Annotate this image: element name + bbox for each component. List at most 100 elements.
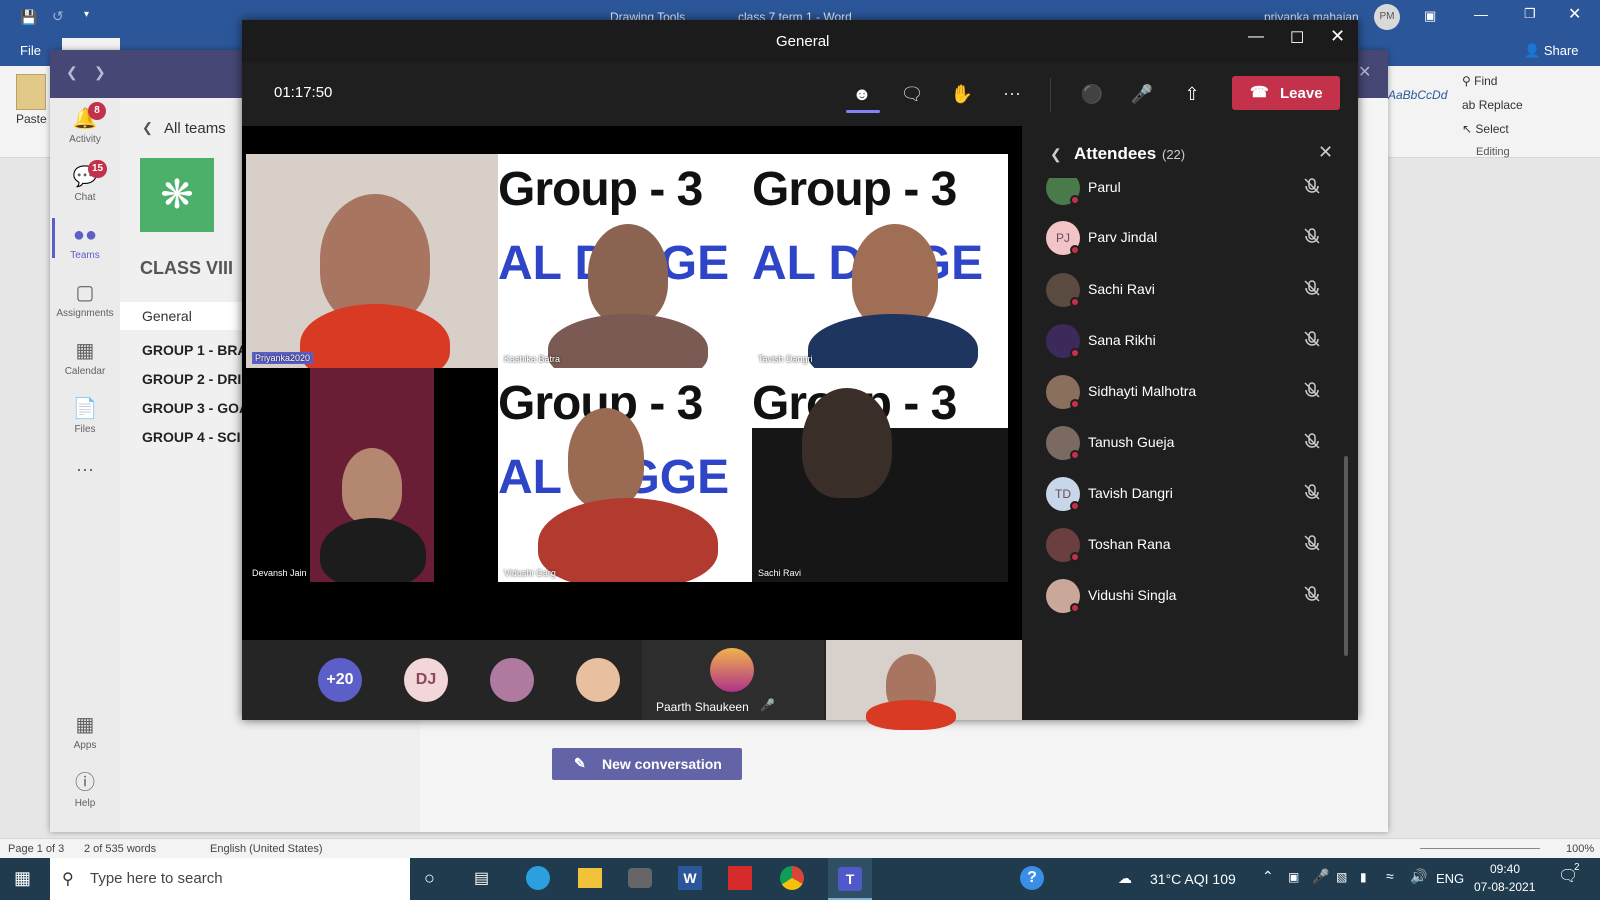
avatar[interactable]	[576, 658, 620, 702]
weather-status[interactable]: 31°C AQI 109	[1150, 871, 1236, 887]
meeting-close-icon[interactable]: ✕	[1330, 26, 1345, 47]
chevron-left-icon[interactable]: ❮	[142, 120, 153, 136]
clock-time[interactable]: 09:40	[1490, 862, 1520, 876]
rail-apps[interactable]: ▦ Apps	[50, 714, 120, 751]
active-speaker-tile[interactable]: Paarth Shaukeen 🎤	[642, 640, 824, 720]
rail-teams[interactable]: ●● Teams	[50, 218, 120, 261]
help-icon[interactable]: ?	[1020, 866, 1044, 890]
teams-taskbar-button[interactable]: T	[828, 858, 872, 900]
teams-close-icon[interactable]: ✕	[1358, 62, 1371, 82]
language-status[interactable]: English (United States)	[210, 843, 323, 855]
quick-access-dropdown-icon[interactable]: ▾	[84, 9, 89, 20]
acrobat-icon[interactable]	[728, 866, 752, 890]
attendee-row[interactable]: Sana Rikhi	[1046, 321, 1326, 365]
word-count[interactable]: 2 of 535 words	[84, 843, 156, 855]
zoom-slider[interactable]	[1420, 848, 1540, 849]
word-minimize-icon[interactable]: —	[1474, 6, 1488, 22]
camera-icon[interactable]	[628, 868, 652, 888]
paste-icon[interactable]	[16, 74, 46, 110]
rail-help[interactable]: ⓘ Help	[50, 772, 120, 809]
more-actions-icon[interactable]: ⋯	[998, 80, 1026, 108]
more-apps-button[interactable]: ⋯	[50, 460, 120, 481]
more-participants-button[interactable]: +20	[318, 658, 362, 702]
meet-now-icon[interactable]: ▣	[1288, 870, 1299, 884]
attendee-row[interactable]: Toshan Rana	[1046, 525, 1326, 569]
attendee-row[interactable]: Sidhayti Malhotra	[1046, 372, 1326, 416]
video-tile[interactable]: Group - 3 AL DIGGE Sachi Ravi	[752, 368, 1008, 582]
chrome-icon[interactable]	[780, 866, 804, 890]
rail-files[interactable]: 📄 Files	[50, 398, 120, 435]
ribbon-display-icon[interactable]: ▣	[1424, 8, 1436, 24]
video-tile[interactable]: Group - 3 AL DIGGE Kashika Batra	[498, 154, 752, 368]
avatar-dj[interactable]: DJ	[404, 658, 448, 702]
wifi-icon[interactable]: ≈	[1386, 868, 1394, 884]
share-button[interactable]: 👤 Share	[1524, 43, 1579, 59]
forward-arrow-icon[interactable]: ❯	[94, 64, 106, 81]
microphone-tray-icon[interactable]: 🎤	[1312, 868, 1329, 885]
clock-date[interactable]: 07-08-2021	[1474, 880, 1535, 894]
camera-toggle-icon[interactable]: ⚫	[1078, 80, 1106, 108]
rail-chat[interactable]: 💬 15 Chat	[50, 160, 120, 203]
file-tab[interactable]: File	[20, 43, 41, 58]
tray-chevron-icon[interactable]: ⌃	[1262, 868, 1274, 885]
avatar[interactable]	[490, 658, 534, 702]
find-button[interactable]: ⚲ Find	[1462, 74, 1497, 88]
word-close-icon[interactable]: ✕	[1568, 4, 1581, 24]
attendees-close-icon[interactable]: ✕	[1318, 142, 1333, 163]
channel-group-2[interactable]: GROUP 2 - DRI	[142, 371, 241, 387]
raise-hand-icon[interactable]: ✋	[948, 80, 976, 108]
user-avatar[interactable]: PM	[1374, 4, 1400, 30]
zoom-level[interactable]: 100%	[1566, 843, 1594, 855]
rail-calendar[interactable]: ▦ Calendar	[50, 340, 120, 377]
network-tray-icon[interactable]: ▧	[1336, 870, 1347, 884]
team-name[interactable]: CLASS VIII	[140, 258, 233, 279]
channel-group-3[interactable]: GROUP 3 - GOA	[142, 400, 249, 416]
windows-start-icon[interactable]: ▦	[14, 868, 31, 889]
attendee-row[interactable]: PJ Parv Jindal	[1046, 218, 1326, 262]
select-button[interactable]: ↖ Select	[1462, 122, 1509, 136]
battery-icon[interactable]: ▮	[1360, 870, 1367, 884]
file-explorer-icon[interactable]	[578, 868, 602, 888]
attendee-row[interactable]: Vidushi Singla	[1046, 576, 1326, 620]
participants-icon[interactable]: ☻	[848, 80, 876, 108]
taskbar-search[interactable]: ⚲ Type here to search	[50, 858, 410, 900]
weather-icon[interactable]: ☁	[1118, 870, 1132, 887]
video-tile[interactable]: Devansh Jain	[246, 368, 498, 582]
attendee-row[interactable]: Parul	[1046, 178, 1326, 212]
channel-group-1[interactable]: GROUP 1 - BRA	[142, 342, 248, 358]
undo-icon[interactable]: ↺	[52, 8, 64, 25]
chevron-left-icon[interactable]: ❮	[1050, 146, 1062, 163]
attendee-row[interactable]: Tanush Gueja	[1046, 423, 1326, 467]
leave-button[interactable]: ☎ Leave	[1232, 76, 1340, 110]
self-video-preview[interactable]	[826, 640, 1022, 730]
video-tile[interactable]: Group - 3 AL DIGGE Tavish Dangri	[752, 154, 1008, 368]
word-app-icon[interactable]: W	[678, 866, 702, 890]
volume-icon[interactable]: 🔊	[1410, 868, 1427, 885]
input-language[interactable]: ENG	[1436, 871, 1464, 886]
page-count[interactable]: Page 1 of 3	[8, 843, 64, 855]
new-conversation-button[interactable]: ✎ New conversation	[552, 748, 742, 780]
attendees-scrollbar[interactable]	[1344, 456, 1348, 656]
meeting-maximize-icon[interactable]: ☐	[1290, 28, 1304, 48]
meeting-minimize-icon[interactable]: —	[1248, 28, 1264, 46]
word-maximize-icon[interactable]: ❐	[1524, 6, 1536, 22]
task-view-icon[interactable]: ▤	[474, 868, 489, 888]
channel-group-4[interactable]: GROUP 4 - SCI	[142, 429, 241, 445]
attendee-row[interactable]: Sachi Ravi	[1046, 270, 1326, 314]
rail-assignments[interactable]: ▢ Assignments	[50, 282, 120, 319]
all-teams-link[interactable]: All teams	[164, 120, 226, 137]
edge-icon[interactable]	[526, 866, 550, 890]
share-screen-icon[interactable]: ⇧	[1178, 80, 1206, 108]
video-tile[interactable]: Priyanka2020	[246, 154, 498, 368]
back-arrow-icon[interactable]: ❮	[66, 64, 78, 81]
save-icon[interactable]: 💾	[20, 9, 37, 26]
attendee-row[interactable]: TD Tavish Dangri	[1046, 474, 1326, 518]
style-preview[interactable]: AaBbCcDd	[1388, 88, 1447, 102]
rail-activity[interactable]: 🔔 8 Activity	[50, 102, 120, 145]
cortana-icon[interactable]: ○	[424, 868, 435, 889]
replace-button[interactable]: ab Replace	[1462, 98, 1523, 112]
microphone-icon[interactable]: 🎤	[1128, 80, 1156, 108]
paste-label[interactable]: Paste	[16, 112, 47, 126]
video-tile[interactable]: Group - 3 AL DIGGE Vidushi Garg	[498, 368, 752, 582]
chat-bubble-icon[interactable]: 🗨	[898, 80, 926, 108]
